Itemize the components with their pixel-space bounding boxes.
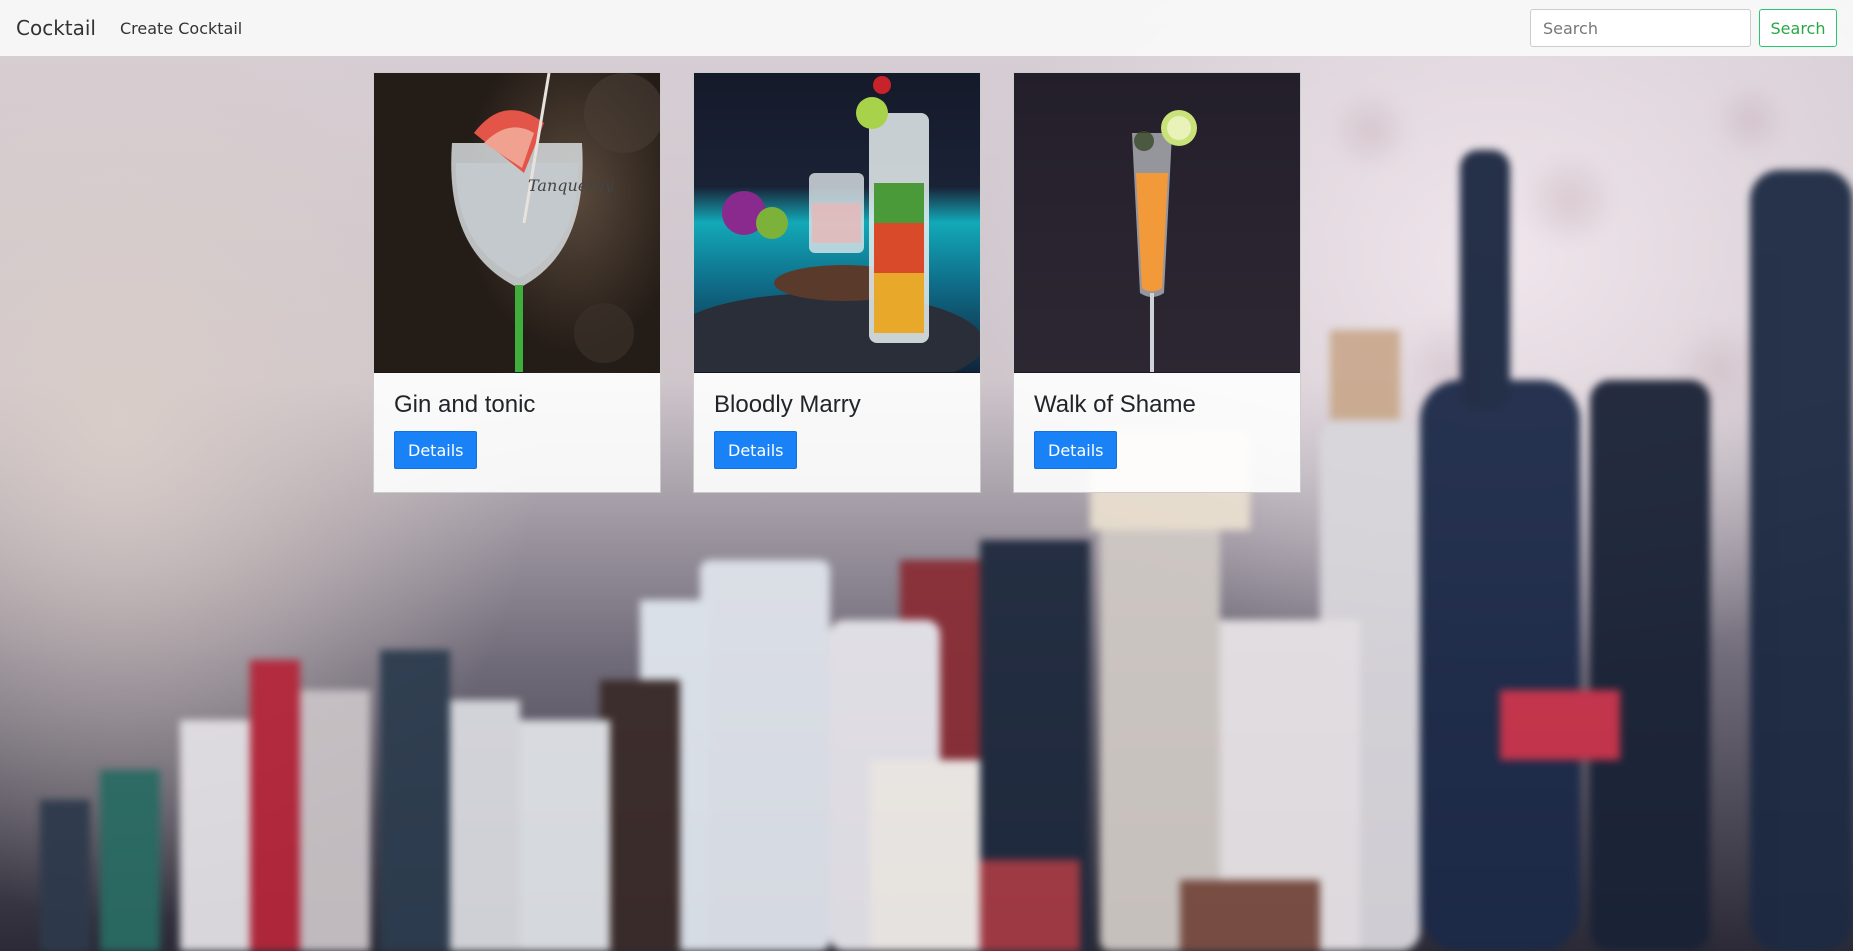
search-button[interactable]: Search: [1759, 9, 1837, 47]
details-button[interactable]: Details: [394, 431, 478, 469]
details-button[interactable]: Details: [1034, 431, 1118, 469]
cocktail-card-list: Tanqueray Gin and tonic Details Bloodly …: [373, 72, 1301, 493]
svg-text:Tanqueray: Tanqueray: [528, 176, 614, 195]
brand-logo[interactable]: Cocktail: [16, 16, 96, 40]
cocktail-card: Bloodly Marry Details: [693, 72, 981, 493]
cocktail-name: Gin and tonic: [394, 391, 536, 418]
cocktail-card: Tanqueray Gin and tonic Details: [373, 72, 661, 493]
walk-of-shame-image: [1014, 73, 1300, 373]
bloodly-marry-image: [694, 73, 980, 373]
search-input[interactable]: [1530, 9, 1751, 47]
cocktail-card: Walk of Shame Details: [1013, 72, 1301, 493]
top-navbar: Cocktail Create Cocktail Search: [0, 0, 1853, 56]
cocktail-name: Bloodly Marry: [714, 391, 861, 418]
gin-and-tonic-image: Tanqueray: [374, 73, 660, 373]
nav-link-create-cocktail[interactable]: Create Cocktail: [120, 19, 242, 38]
search-form: Search: [1530, 9, 1837, 47]
details-button[interactable]: Details: [714, 431, 798, 469]
cocktail-name: Walk of Shame: [1034, 391, 1196, 418]
